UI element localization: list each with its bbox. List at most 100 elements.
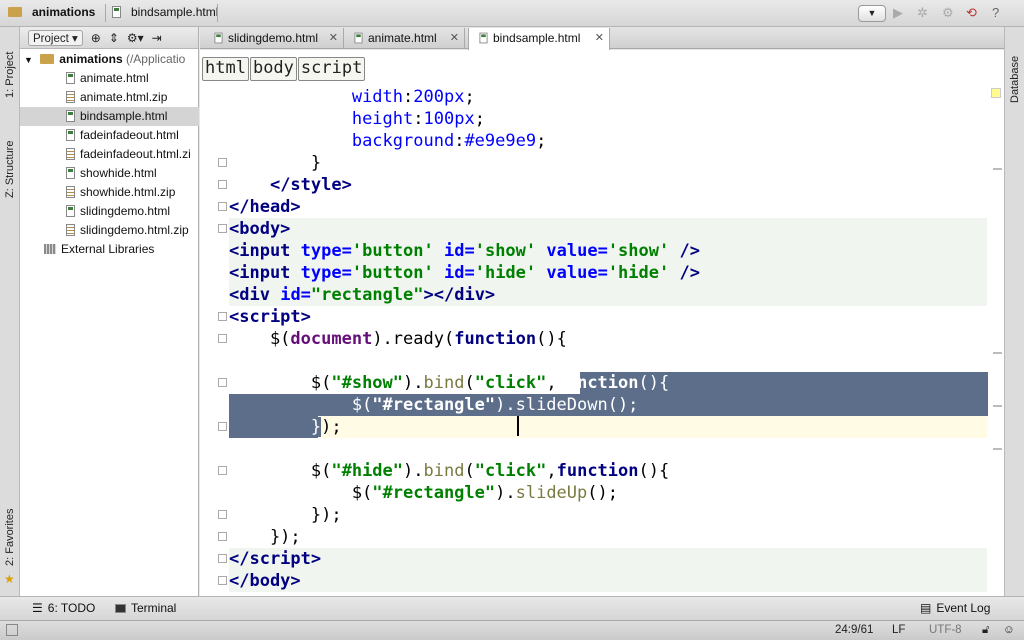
project-view-dropdown[interactable]: Project ▾: [28, 29, 83, 46]
file-name: fadeinfadeout.html.zi: [80, 147, 191, 161]
gear-icon[interactable]: ⚙▾: [127, 31, 144, 45]
code-line: height:100px;: [351, 109, 485, 129]
terminal-tool-button[interactable]: Terminal: [115, 601, 176, 615]
breadcrumb-html[interactable]: html: [202, 57, 249, 81]
file-encoding[interactable]: UTF-8: [929, 624, 962, 636]
folder-icon: [8, 7, 22, 17]
code-line: $("#rectangle").slideDown();: [229, 395, 639, 415]
tab-slidingdemo[interactable]: slidingdemo.html ✕: [204, 28, 344, 49]
code-line: }: [229, 153, 322, 173]
breadcrumb-body[interactable]: body: [249, 57, 297, 81]
tab-animate[interactable]: animate.html ✕: [344, 28, 465, 49]
structure-tool-tab[interactable]: Z: Structure: [1, 122, 19, 217]
project-tool-tab[interactable]: 1: Project: [1, 35, 19, 115]
file-item[interactable]: bindsample.html: [20, 107, 199, 126]
breadcrumb-file[interactable]: bindsample.html: [112, 5, 218, 19]
settings-icon[interactable]: ⚙: [942, 5, 954, 21]
fold-icon[interactable]: [218, 532, 227, 541]
collapse-all-icon[interactable]: ⇕: [109, 31, 119, 45]
fold-icon[interactable]: [218, 422, 227, 431]
todo-tool-button[interactable]: ☰ 6: TODO: [32, 601, 95, 615]
editor-breadcrumbs: html body script: [202, 57, 366, 81]
file-name: animate.html: [80, 71, 149, 85]
breadcrumb-project[interactable]: animations: [8, 5, 95, 19]
run-config-dropdown[interactable]: ▼: [858, 5, 886, 22]
code-line: <input type='button' id='hide' value='hi…: [229, 263, 700, 283]
close-icon[interactable]: ✕: [595, 28, 604, 48]
scroll-marker: [993, 352, 1002, 354]
script-block-background: [229, 548, 987, 592]
zip-file-icon: [66, 186, 75, 198]
scroll-marker: [993, 405, 1002, 407]
close-icon[interactable]: ✕: [450, 28, 459, 48]
html-file-icon: [66, 72, 75, 84]
text-caret: [517, 416, 519, 436]
run-icon[interactable]: ▶: [893, 5, 903, 21]
fold-icon[interactable]: [218, 510, 227, 519]
caret-position[interactable]: 24:9/61: [835, 624, 873, 636]
file-item[interactable]: slidingdemo.html: [20, 202, 199, 221]
project-panel: Project ▾ ⊕ ⇕ ⚙▾ ⇥ ▼ animations (/Applic…: [20, 27, 199, 596]
fold-icon[interactable]: [218, 202, 227, 211]
fold-icon[interactable]: [218, 312, 227, 321]
html-file-icon: [66, 205, 75, 217]
fold-icon[interactable]: [218, 158, 227, 167]
code-line: });: [229, 505, 342, 525]
code-line: <script>: [229, 307, 311, 327]
editor-tabs: slidingdemo.html ✕ animate.html ✕ bindsamp…: [200, 27, 1004, 50]
fold-icon[interactable]: [218, 554, 227, 563]
code-line: $(document).ready(function(){: [229, 329, 567, 349]
file-name: bindsample.html: [80, 109, 168, 123]
event-log-icon: ▤: [920, 601, 932, 615]
fold-icon[interactable]: [218, 576, 227, 585]
inspection-status-marker[interactable]: [991, 88, 1001, 98]
file-item[interactable]: showhide.html.zip: [20, 183, 199, 202]
file-item[interactable]: animate.html.zip: [20, 88, 199, 107]
file-item[interactable]: showhide.html: [20, 164, 199, 183]
terminal-icon: [115, 603, 126, 613]
file-item[interactable]: slidingdemo.html.zip: [20, 221, 199, 240]
fold-icon[interactable]: [218, 466, 227, 475]
breadcrumb-script[interactable]: script: [297, 57, 366, 81]
line-separator[interactable]: LF: [892, 624, 905, 636]
code-line: </head>: [229, 197, 301, 217]
html-file-icon: [66, 110, 75, 122]
sync-icon[interactable]: ⟲: [966, 5, 977, 21]
fold-icon[interactable]: [218, 180, 227, 189]
debug-icon[interactable]: ✲: [917, 5, 928, 21]
html-file-icon: [112, 6, 121, 18]
scroll-marker: [993, 168, 1002, 170]
lock-icon[interactable]: 🔓︎: [982, 624, 989, 637]
fold-icon[interactable]: [218, 334, 227, 343]
help-icon[interactable]: ?: [992, 5, 999, 21]
zip-file-icon: [66, 224, 75, 236]
inspector-icon[interactable]: ☺: [1003, 624, 1015, 636]
breadcrumb-separator: [98, 4, 106, 22]
html-file-icon: [66, 129, 75, 141]
expand-arrow-icon: ▼: [24, 55, 33, 65]
file-item[interactable]: animate.html: [20, 69, 199, 88]
tab-bindsample[interactable]: bindsample.html ✕: [468, 28, 610, 50]
scroll-from-source-icon[interactable]: ⊕: [91, 31, 101, 45]
code-line: background:#e9e9e9;: [351, 131, 547, 151]
fold-icon[interactable]: [218, 378, 227, 387]
database-tool-tab[interactable]: Database: [1006, 49, 1024, 109]
navigation-bar: animations bindsample.html ▼ ▶ ✲ ⚙ ⟲ ?: [0, 0, 1024, 27]
left-tool-strip: 1: Project Z: Structure 2: Favorites ★: [0, 27, 20, 596]
file-name: slidingdemo.html.zip: [80, 223, 189, 237]
fold-icon[interactable]: [218, 224, 227, 233]
favorites-tool-tab[interactable]: 2: Favorites: [1, 497, 19, 577]
code-editor[interactable]: html body script width:200px; height:100…: [200, 50, 1004, 596]
file-item[interactable]: fadeinfadeout.html.zi: [20, 145, 199, 164]
status-panel-icon[interactable]: [6, 624, 18, 636]
tree-external-libraries[interactable]: External Libraries: [20, 240, 199, 259]
file-name: fadeinfadeout.html: [80, 128, 179, 142]
code-line: $("#hide").bind("click",function(){: [229, 461, 670, 481]
event-log-button[interactable]: ▤ Event Log: [920, 601, 990, 615]
tree-root[interactable]: ▼ animations (/Applicatio: [20, 50, 199, 69]
hide-icon[interactable]: ⇥: [152, 31, 162, 45]
code-line: <body>: [229, 219, 291, 239]
close-icon[interactable]: ✕: [329, 28, 338, 48]
file-item[interactable]: fadeinfadeout.html: [20, 126, 199, 145]
code-line: });: [229, 527, 301, 547]
